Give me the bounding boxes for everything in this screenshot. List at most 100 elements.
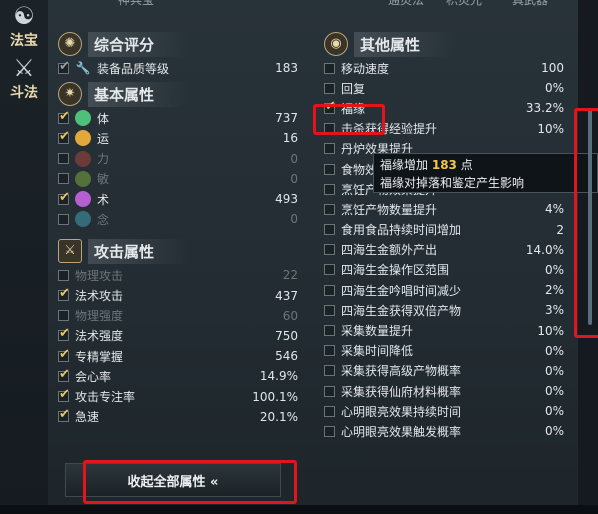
row-checkbox[interactable] bbox=[58, 326, 70, 342]
basic-attribute-row[interactable]: 念0 bbox=[58, 209, 298, 229]
row-value: 0% bbox=[544, 343, 564, 358]
fabao-button[interactable]: ☯ 法宝 bbox=[3, 2, 45, 50]
row-label: 四海生金吟唱时间减少 bbox=[341, 283, 462, 298]
row-checkbox[interactable] bbox=[58, 269, 69, 281]
row-checkbox[interactable] bbox=[58, 367, 70, 382]
row-checkbox[interactable] bbox=[324, 365, 335, 377]
fortune-tooltip: 福缘增加 183 点 福缘对掉落和鉴定产生影响 bbox=[373, 153, 598, 193]
attack-attribute-row[interactable]: 专精掌握 546 bbox=[58, 346, 298, 366]
row-checkbox[interactable] bbox=[58, 153, 69, 165]
attack-section-title: 攻击属性 bbox=[88, 238, 189, 264]
row-checkbox[interactable] bbox=[58, 286, 70, 302]
row-label: 敏 bbox=[97, 172, 110, 187]
row-value: 22 bbox=[282, 268, 298, 283]
row-checkbox[interactable] bbox=[324, 284, 335, 296]
other-attribute-row[interactable]: 移动速度 100 bbox=[324, 58, 564, 78]
basic-attribute-row[interactable]: 体 737 bbox=[58, 108, 298, 128]
tab-4[interactable]: 真武器 bbox=[512, 0, 548, 8]
row-checkbox[interactable] bbox=[58, 387, 70, 403]
row-checkbox[interactable] bbox=[58, 173, 69, 185]
tooltip-line-2: 福缘对掉落和鉴定产生影响 bbox=[380, 176, 525, 190]
row-label: 会心率 bbox=[75, 369, 112, 384]
attack-attribute-row[interactable]: 会心率 14.9% bbox=[58, 366, 298, 386]
row-checkbox[interactable] bbox=[58, 213, 69, 225]
other-attribute-row[interactable]: 采集获得仙府材料概率 0% bbox=[324, 381, 564, 401]
row-value: 493 bbox=[275, 192, 298, 207]
row-checkbox[interactable] bbox=[324, 224, 335, 236]
row-checkbox[interactable] bbox=[58, 407, 70, 423]
row-label: 攻击专注率 bbox=[75, 390, 136, 405]
row-checkbox[interactable] bbox=[324, 123, 335, 135]
row-checkbox[interactable] bbox=[324, 203, 335, 215]
tab-3[interactable]: 积灵光 bbox=[446, 0, 482, 8]
row-checkbox[interactable] bbox=[58, 109, 70, 124]
tab-1[interactable]: 神兵宝 bbox=[118, 0, 154, 8]
basic-attribute-row[interactable]: 敏0 bbox=[58, 169, 298, 189]
scrollbar[interactable] bbox=[588, 110, 592, 325]
other-attribute-row[interactable]: 采集获得高级产物概率 0% bbox=[324, 361, 564, 381]
row-label: 四海生金操作区范围 bbox=[341, 263, 450, 278]
row-checkbox[interactable] bbox=[58, 59, 70, 74]
overall-section-header: ✺ 综合评分 bbox=[58, 30, 298, 58]
row-checkbox[interactable] bbox=[58, 310, 69, 322]
basic-attribute-row[interactable]: 力0 bbox=[58, 149, 298, 169]
other-attribute-row[interactable]: 回复 0% bbox=[324, 78, 564, 98]
attack-attribute-row[interactable]: 法术强度 750 bbox=[58, 326, 298, 346]
row-label: 法术强度 bbox=[75, 329, 124, 344]
attack-attribute-row[interactable]: 物理强度 60 bbox=[58, 306, 298, 326]
row-checkbox[interactable] bbox=[324, 425, 335, 437]
row-checkbox[interactable] bbox=[324, 244, 335, 256]
row-checkbox[interactable] bbox=[324, 163, 335, 175]
row-checkbox[interactable] bbox=[324, 62, 335, 74]
basic-attribute-row[interactable]: 术 493 bbox=[58, 189, 298, 209]
other-attribute-row[interactable]: 心明眼亮效果持续时间 0% bbox=[324, 401, 564, 421]
row-checkbox[interactable] bbox=[58, 129, 70, 144]
other-attribute-row[interactable]: 击杀获得经验提升 10% bbox=[324, 119, 564, 139]
other-attribute-row[interactable]: 食用食品持续时间增加 2 bbox=[324, 220, 564, 240]
other-attribute-row[interactable]: 采集时间降低 0% bbox=[324, 341, 564, 361]
agility-stat-icon bbox=[75, 170, 91, 187]
other-attribute-row[interactable]: 四海生金获得双倍产物 3% bbox=[324, 300, 564, 320]
row-label: 法术攻击 bbox=[75, 289, 124, 304]
attack-attribute-row[interactable]: 物理攻击 22 bbox=[58, 265, 298, 285]
other-attribute-row[interactable]: 采集数量提升 10% bbox=[324, 320, 564, 340]
row-checkbox[interactable] bbox=[324, 385, 335, 397]
row-checkbox[interactable] bbox=[324, 183, 335, 195]
basic-attribute-row[interactable]: 运 16 bbox=[58, 128, 298, 148]
attack-attribute-row[interactable]: 急速 20.1% bbox=[58, 407, 298, 427]
row-label: 运 bbox=[97, 131, 110, 146]
basic-section-title: 基本属性 bbox=[88, 81, 189, 107]
row-label: 体 bbox=[97, 111, 110, 126]
doufa-button[interactable]: ⚔ 斗法 bbox=[3, 54, 45, 102]
row-checkbox[interactable] bbox=[58, 347, 70, 362]
other-attribute-row[interactable]: 四海生金操作区范围 0% bbox=[324, 260, 564, 280]
other-attribute-row[interactable]: 烹饪产物数量提升 4% bbox=[324, 199, 564, 219]
row-checkbox[interactable] bbox=[324, 345, 335, 357]
other-attribute-row[interactable]: 福缘 33.2% bbox=[324, 98, 564, 118]
row-checkbox[interactable] bbox=[324, 304, 335, 316]
row-label: 采集时间降低 bbox=[341, 344, 414, 359]
row-label: 物理攻击 bbox=[75, 268, 124, 283]
tab-2[interactable]: 通灵法 bbox=[388, 0, 424, 8]
row-value: 2% bbox=[544, 283, 564, 298]
other-attribute-row[interactable]: 四海生金吟唱时间减少 2% bbox=[324, 280, 564, 300]
other-attribute-row[interactable]: 心明眼亮效果触发概率 0% bbox=[324, 421, 564, 441]
overall-row-quality[interactable]: 🔧 装备品质等级 183 bbox=[58, 58, 298, 78]
crossed-swords-icon: ⚔ bbox=[13, 54, 35, 82]
doufa-label: 斗法 bbox=[10, 85, 38, 101]
row-checkbox[interactable] bbox=[324, 405, 335, 417]
row-checkbox[interactable] bbox=[324, 264, 335, 276]
attack-attribute-row[interactable]: 法术攻击 437 bbox=[58, 286, 298, 306]
luck-stat-icon bbox=[75, 130, 91, 147]
attack-attribute-row[interactable]: 攻击专注率 100.1% bbox=[58, 386, 298, 406]
row-checkbox[interactable] bbox=[58, 190, 70, 205]
row-label: 采集获得高级产物概率 bbox=[341, 364, 462, 379]
row-checkbox[interactable] bbox=[324, 143, 335, 155]
collapse-all-button[interactable]: 收起全部属性 « bbox=[65, 463, 281, 497]
other-attribute-row[interactable]: 四海生金额外产出 14.0% bbox=[324, 240, 564, 260]
row-checkbox[interactable] bbox=[324, 99, 336, 114]
row-label: 四海生金额外产出 bbox=[341, 243, 438, 258]
row-checkbox[interactable] bbox=[324, 325, 335, 337]
row-label: 念 bbox=[97, 212, 110, 227]
row-checkbox[interactable] bbox=[324, 82, 335, 94]
